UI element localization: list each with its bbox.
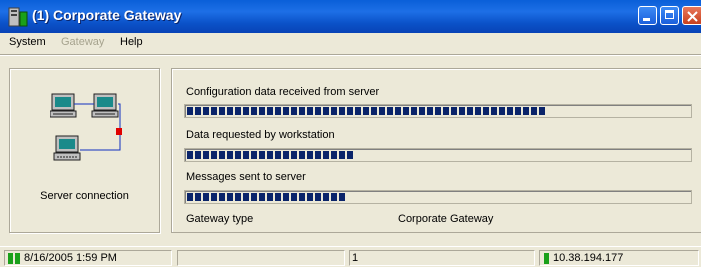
data-requested-progress-fill (187, 151, 353, 159)
maximize-icon (665, 10, 674, 19)
gateway-type-value: Corporate Gateway (398, 213, 494, 225)
status-panel: Configuration data received from server … (171, 68, 701, 233)
config-data-progress (184, 104, 692, 118)
status-indicator-icon (15, 253, 20, 264)
connection-panel: Server connection (9, 68, 160, 233)
close-icon (687, 11, 698, 22)
minimize-icon (643, 18, 650, 21)
status-indicator-icon (544, 253, 549, 264)
status-pane-empty (177, 250, 345, 266)
close-button[interactable] (682, 6, 701, 25)
data-requested-label: Data requested by workstation (186, 129, 335, 141)
title-bar[interactable]: (1) Corporate Gateway (0, 0, 701, 33)
window-title: (1) Corporate Gateway (32, 7, 182, 23)
menu-divider-highlight (0, 55, 701, 56)
status-indicator-icon (8, 253, 13, 264)
maximize-button[interactable] (660, 6, 679, 25)
messages-sent-progress-fill (187, 193, 345, 201)
server-connection-label: Server connection (40, 190, 129, 202)
network-connection-icon (50, 93, 122, 161)
messages-sent-label: Messages sent to server (186, 171, 306, 183)
minimize-button[interactable] (638, 6, 657, 25)
status-bar: 8/16/2005 1:59 PM 1 10.38.194.177 (0, 246, 701, 267)
config-data-progress-fill (187, 107, 545, 115)
menu-system[interactable]: System (9, 36, 46, 48)
status-pane-ip: 10.38.194.177 (539, 250, 699, 266)
menu-bar: System Gateway Help (0, 33, 701, 53)
menu-help[interactable]: Help (120, 36, 143, 48)
status-datetime: 8/16/2005 1:59 PM (24, 252, 117, 264)
status-count: 1 (352, 252, 359, 264)
app-icon (8, 7, 28, 27)
menu-gateway[interactable]: Gateway (61, 36, 104, 48)
status-pane-datetime: 8/16/2005 1:59 PM (4, 250, 172, 266)
gateway-type-label: Gateway type (186, 213, 254, 225)
status-ip: 10.38.194.177 (553, 252, 624, 264)
messages-sent-progress (184, 190, 692, 204)
status-pane-count: 1 (349, 250, 535, 266)
data-requested-progress (184, 148, 692, 162)
config-data-label: Configuration data received from server (186, 86, 380, 98)
